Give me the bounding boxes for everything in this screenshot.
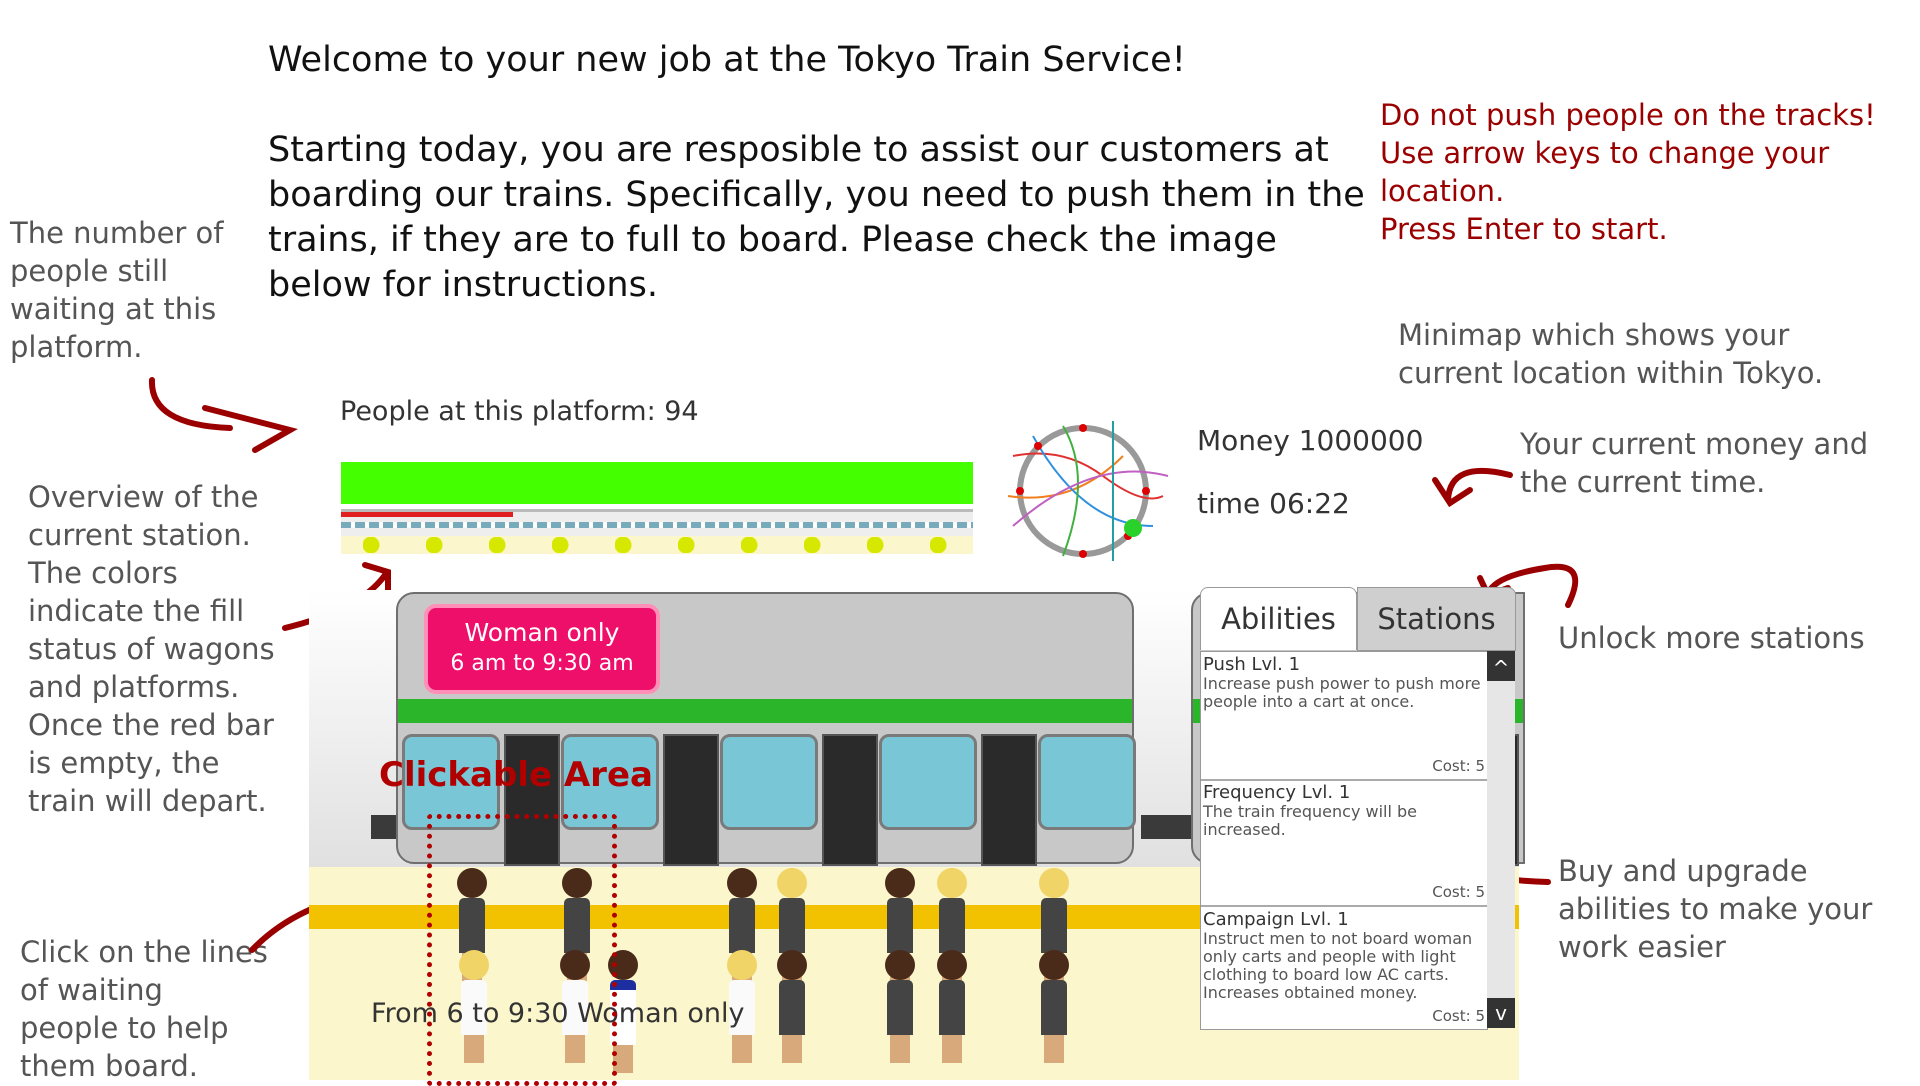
train-window: [720, 734, 818, 830]
train-door: [981, 734, 1037, 866]
queue-line[interactable]: [769, 868, 819, 1068]
scroll-up-button[interactable]: ^: [1487, 651, 1515, 681]
ability-description: The train frequency will be increased.: [1203, 802, 1418, 839]
ability-description: Instruct men to not board woman only car…: [1203, 929, 1473, 1002]
scroll-down-button[interactable]: v: [1487, 998, 1515, 1028]
ability-cost: Cost: 5: [1432, 757, 1485, 775]
queue-line[interactable]: [1031, 868, 1091, 1068]
train-stripe: [398, 699, 1132, 723]
sign-title: Woman only: [464, 618, 620, 647]
ability-cost: Cost: 5: [1432, 883, 1485, 901]
woman-only-sign: Woman only 6 am to 9:30 am: [424, 604, 660, 694]
station-overview: [341, 462, 973, 554]
sign-hours: 6 am to 9:30 am: [450, 651, 634, 676]
waiting-passenger: [883, 950, 917, 1063]
train-door: [663, 734, 719, 866]
ability-description: Increase push power to push more people …: [1203, 674, 1481, 711]
ability-push[interactable]: Push Lvl. 1 Increase push power to push …: [1201, 652, 1487, 781]
train-coupler: [1141, 815, 1191, 839]
platform-count-label: People at this platform: 94: [340, 396, 699, 427]
overview-queue-dots: [363, 537, 963, 553]
time-label: time 06:22: [1197, 487, 1350, 520]
tab-bar: Abilities Stations: [1200, 587, 1516, 651]
tokyo-rail-minimap-icon: [1007, 421, 1169, 561]
ability-name: Frequency Lvl. 1: [1203, 782, 1351, 803]
clickable-area-label: Clickable Area: [379, 755, 653, 795]
waiting-passenger: [1037, 950, 1071, 1063]
train-coupler: [371, 815, 396, 839]
ability-campaign[interactable]: Campaign Lvl. 1 Instruct men to not boar…: [1201, 907, 1487, 1029]
curved-arrow-icon: [148, 377, 298, 453]
scrollbar[interactable]: ^ v: [1487, 651, 1515, 1028]
tab-abilities[interactable]: Abilities: [1200, 587, 1357, 650]
overview-platform-bar: [341, 462, 973, 504]
queue-line[interactable]: [877, 868, 937, 1068]
queue-line[interactable]: [929, 868, 979, 1068]
tab-stations[interactable]: Stations: [1357, 587, 1516, 651]
waiting-passenger: [935, 950, 969, 1063]
waiting-passenger: [775, 950, 809, 1063]
train-window: [1038, 734, 1136, 830]
money-label: Money 1000000: [1197, 424, 1424, 457]
ability-frequency[interactable]: Frequency Lvl. 1 The train frequency wil…: [1201, 780, 1487, 907]
ability-name: Campaign Lvl. 1: [1203, 909, 1349, 930]
clickable-area-outline: [427, 814, 617, 1086]
train-door: [822, 734, 878, 866]
overview-platform: [341, 536, 973, 554]
overview-wagons: [341, 522, 973, 528]
abilities-list: Push Lvl. 1 Increase push power to push …: [1200, 651, 1488, 1030]
train-window: [879, 734, 977, 830]
overview-departure-bar: [341, 512, 513, 517]
abilities-panel: Abilities Stations Push Lvl. 1 Increase …: [1200, 587, 1518, 1032]
ability-cost: Cost: 5: [1432, 1007, 1485, 1025]
ability-name: Push Lvl. 1: [1203, 654, 1301, 675]
